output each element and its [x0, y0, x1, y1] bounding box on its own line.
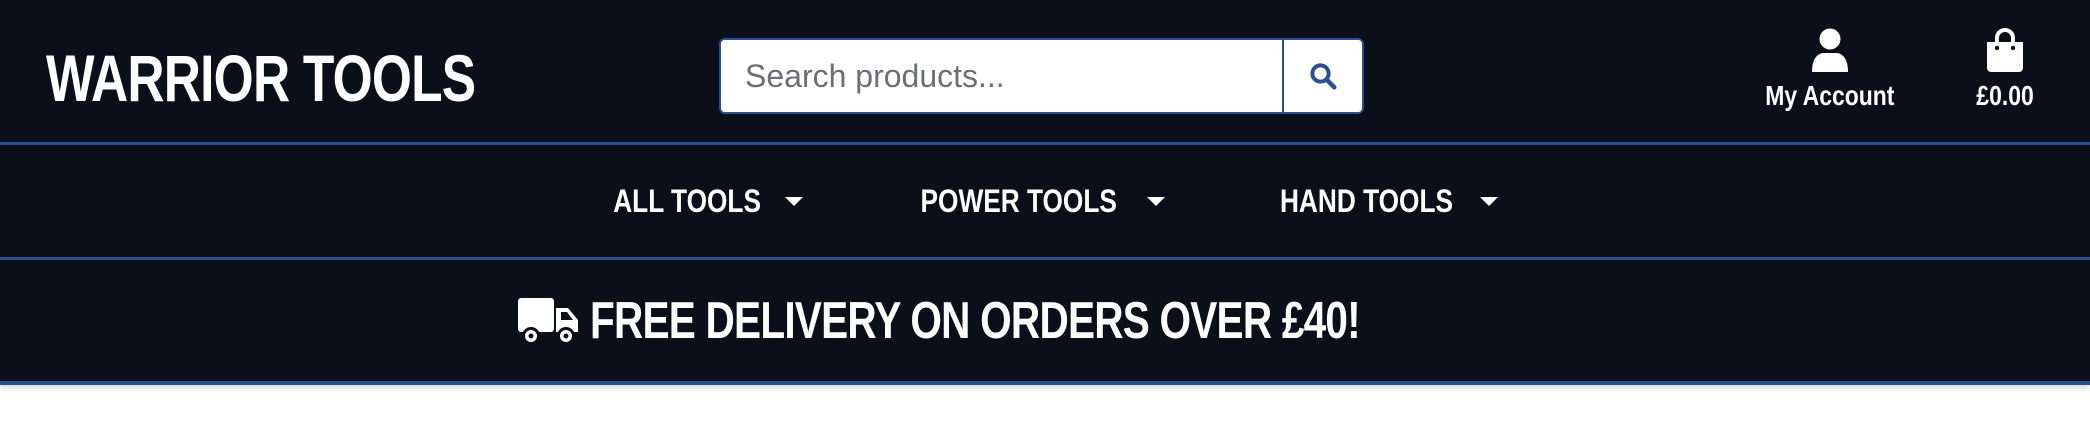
nav-item-label: HAND TOOLS [1279, 182, 1453, 219]
nav-menu: ALL TOOLS POWER TOOLS HAND TOOLS [549, 183, 1546, 220]
nav-item-label: ALL TOOLS [613, 182, 762, 219]
truck-icon [517, 297, 578, 345]
search-button[interactable] [1282, 40, 1362, 112]
search-input[interactable] [721, 40, 1282, 112]
site-logo[interactable]: WARRIOR TOOLS [46, 38, 476, 118]
user-icon [1812, 28, 1848, 72]
nav-item-all-tools[interactable]: ALL TOOLS [597, 182, 804, 220]
site-header-wrapper: WARRIOR TOOLS My Account [0, 0, 2090, 385]
chevron-down-icon [1479, 196, 1498, 206]
search-icon [1310, 63, 1337, 90]
nav-item-label: POWER TOOLS [920, 182, 1118, 219]
promo-banner-text: FREE DELIVERY ON ORDERS OVER £40! [589, 291, 1361, 350]
cart-total: £0.00 [1976, 80, 2034, 111]
search-form [719, 38, 1364, 114]
promo-banner: FREE DELIVERY ON ORDERS OVER £40! [0, 260, 2090, 385]
my-account-link[interactable]: My Account [1760, 28, 1900, 112]
cart-link[interactable]: £0.00 [1960, 28, 2050, 112]
chevron-down-icon [785, 196, 804, 206]
main-navigation: ALL TOOLS POWER TOOLS HAND TOOLS [0, 145, 2090, 260]
nav-item-power-tools[interactable]: POWER TOOLS [899, 182, 1165, 220]
shopping-bag-icon [1987, 28, 2023, 72]
header-bar: WARRIOR TOOLS My Account [0, 0, 2090, 145]
chevron-down-icon [1146, 196, 1165, 206]
nav-item-hand-tools[interactable]: HAND TOOLS [1261, 183, 1498, 220]
my-account-label: My Account [1765, 80, 1895, 111]
promo-banner-content: FREE DELIVERY ON ORDERS OVER £40! [517, 291, 1577, 351]
